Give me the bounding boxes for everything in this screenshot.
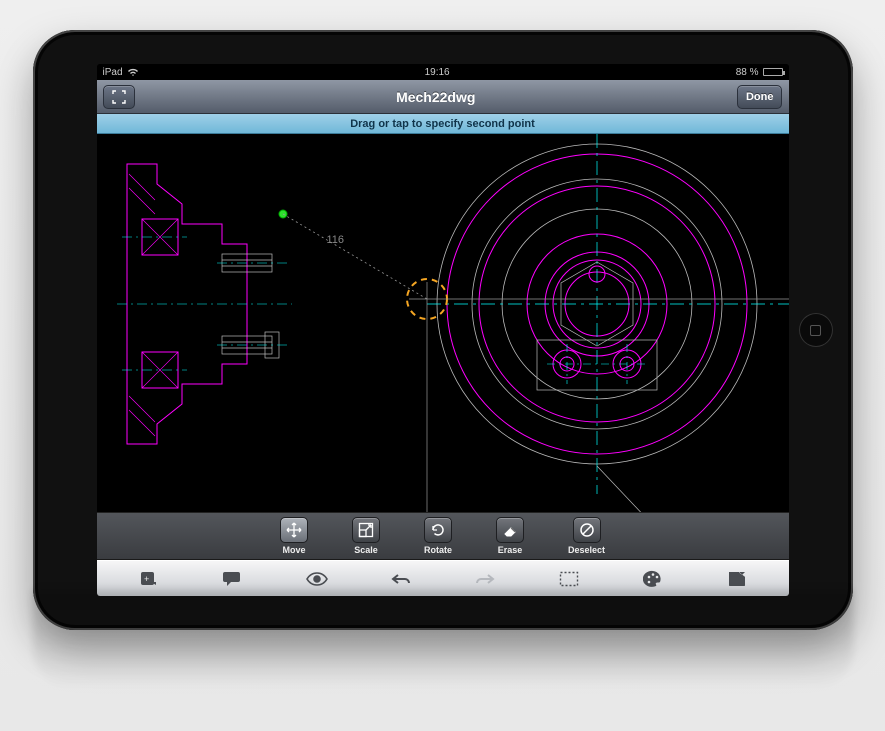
- tool-deselect[interactable]: Deselect: [568, 517, 605, 555]
- reflection: [33, 590, 853, 690]
- instruction-bar: Drag or tap to specify second point: [97, 114, 789, 134]
- erase-icon: [502, 522, 518, 538]
- eye-icon: [306, 572, 328, 586]
- selection-icon: [559, 571, 579, 587]
- ipad-frame: iPad 19:16 88 % Mech22dwg Done Dra: [33, 30, 853, 630]
- draw-icon: +: [139, 570, 159, 588]
- scale-icon: [358, 522, 374, 538]
- palette-button[interactable]: [639, 567, 667, 591]
- tool-rotate[interactable]: Rotate: [424, 517, 452, 555]
- home-button[interactable]: [799, 313, 833, 347]
- share-icon: [727, 571, 747, 587]
- annotate-icon: [222, 571, 244, 587]
- redo-icon: [474, 572, 496, 586]
- status-bar: iPad 19:16 88 %: [97, 64, 789, 80]
- deselect-icon: [579, 522, 595, 538]
- done-button[interactable]: Done: [737, 85, 783, 109]
- edit-toolbar: Move Scale Rotate: [97, 512, 789, 560]
- tool-label: Erase: [498, 545, 523, 555]
- bottom-toolbar: +: [97, 560, 789, 596]
- rotate-icon: [430, 522, 446, 538]
- instruction-text: Drag or tap to specify second point: [350, 118, 535, 130]
- svg-text:+: +: [144, 574, 149, 584]
- tool-label: Rotate: [424, 545, 452, 555]
- tool-scale[interactable]: Scale: [352, 517, 380, 555]
- tool-label: Scale: [354, 545, 378, 555]
- wifi-icon: [127, 68, 139, 77]
- selection-button[interactable]: [555, 567, 583, 591]
- annotate-button[interactable]: [219, 567, 247, 591]
- clock: 19:16: [425, 67, 450, 78]
- device-label: iPad: [103, 67, 123, 78]
- document-title: Mech22dwg: [396, 89, 475, 105]
- screen: iPad 19:16 88 % Mech22dwg Done Dra: [97, 64, 789, 596]
- measurement-line: [283, 214, 427, 299]
- cad-drawing: [97, 134, 789, 512]
- measurement-value: 116: [327, 234, 345, 246]
- tool-erase[interactable]: Erase: [496, 517, 524, 555]
- tool-move[interactable]: Move: [280, 517, 308, 555]
- battery-percent: 88 %: [736, 67, 759, 78]
- share-button[interactable]: [723, 567, 751, 591]
- palette-icon: [643, 570, 663, 588]
- redo-button[interactable]: [471, 567, 499, 591]
- drawing-canvas[interactable]: 116: [97, 134, 789, 512]
- undo-button[interactable]: [387, 567, 415, 591]
- title-bar: Mech22dwg Done: [97, 80, 789, 114]
- fullscreen-button[interactable]: [103, 85, 135, 109]
- tool-label: Move: [282, 545, 305, 555]
- view-button[interactable]: [303, 567, 331, 591]
- move-icon: [286, 522, 302, 538]
- battery-icon: [763, 68, 783, 76]
- draw-button[interactable]: +: [135, 567, 163, 591]
- tool-label: Deselect: [568, 545, 605, 555]
- undo-icon: [390, 572, 412, 586]
